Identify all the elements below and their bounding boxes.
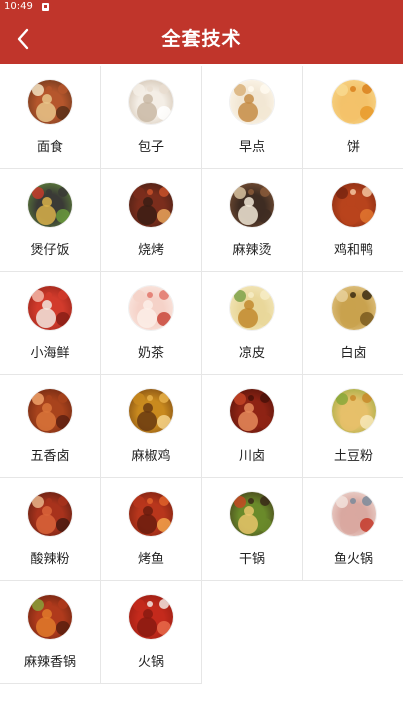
breakfast-icon [230,80,274,124]
cold-noodles-icon [230,286,274,330]
milk-tea-icon [129,286,173,330]
claypot-rice-icon [28,183,72,227]
category-item[interactable]: 饼 [303,66,403,169]
category-item[interactable]: 白卤 [303,272,403,375]
category-label: 烧烤 [137,243,164,258]
hot-sour-noodles-icon [28,492,72,536]
category-item[interactable]: 烤鱼 [101,478,202,581]
category-item[interactable]: 麻辣烫 [202,169,303,272]
pancake-icon [331,80,376,124]
category-label: 酸辣粉 [30,552,70,567]
category-label: 麻椒鸡 [131,449,171,464]
category-item[interactable]: 火锅 [101,581,202,684]
category-item[interactable]: 包子 [101,66,202,169]
category-item[interactable]: 小海鲜 [0,272,101,375]
category-item[interactable]: 面食 [0,66,101,169]
spicy-pot-icon [28,595,72,639]
steamed-buns-icon [129,80,173,124]
category-grid: 面食 包子 早点 饼煲仔饭 烧烤 麻辣烫 鸡和鸭小海鲜 奶茶 凉皮 白卤五香卤 麻椒鸡 川卤 土豆粉酸辣… [0,66,403,684]
category-label: 烤鱼 [137,552,164,567]
barbecue-icon [129,183,173,227]
category-item[interactable]: 五香卤 [0,375,101,478]
status-bar: 10:49 [0,0,403,14]
category-item[interactable]: 早点 [202,66,303,169]
category-item[interactable]: 川卤 [202,375,303,478]
page-title: 全套技术 [161,28,242,50]
grilled-fish-icon [129,492,173,536]
category-label: 饼 [346,140,360,155]
category-item[interactable]: 酸辣粉 [0,478,101,581]
fish-hotpot-icon [331,492,376,536]
potato-noodles-icon [331,389,376,433]
category-item[interactable]: 土豆粉 [303,375,403,478]
category-label: 土豆粉 [333,449,373,464]
category-label: 鱼火锅 [333,552,373,567]
category-item[interactable]: 鸡和鸭 [303,169,403,272]
category-label: 煲仔饭 [30,243,70,258]
noodles-dish-icon [28,80,72,124]
category-label: 面食 [36,140,63,155]
category-item[interactable]: 干锅 [202,478,303,581]
pepper-chicken-icon [129,389,173,433]
app-bar: 全套技术 [0,14,403,64]
category-item[interactable]: 烧烤 [101,169,202,272]
spiced-braise-icon [28,389,72,433]
category-label: 麻辣香锅 [23,655,76,670]
category-label: 包子 [137,140,164,155]
category-label: 奶茶 [137,346,164,361]
category-label: 鸡和鸭 [333,243,373,258]
sichuan-braise-icon [230,389,274,433]
category-label: 小海鲜 [30,346,70,361]
category-label: 麻辣烫 [232,243,272,258]
category-label: 五香卤 [30,449,70,464]
category-label: 川卤 [238,449,265,464]
category-item[interactable]: 凉皮 [202,272,303,375]
category-item[interactable]: 麻椒鸡 [101,375,202,478]
category-label: 凉皮 [238,346,265,361]
spicy-hotpot-soup-icon [230,183,274,227]
roast-poultry-icon [331,183,376,227]
category-label: 火锅 [137,655,164,670]
category-item[interactable]: 鱼火锅 [303,478,403,581]
category-item[interactable]: 奶茶 [101,272,202,375]
category-label: 早点 [238,140,265,155]
category-item[interactable]: 煲仔饭 [0,169,101,272]
notification-icon [41,3,49,11]
category-label: 干锅 [238,552,265,567]
seafood-icon [28,286,72,330]
category-item[interactable]: 麻辣香锅 [0,581,101,684]
category-label: 白卤 [340,346,367,361]
status-time: 10:49 [4,1,33,12]
dry-pot-icon [230,492,274,536]
hotpot-icon [129,595,173,639]
braised-meat-icon [331,286,376,330]
